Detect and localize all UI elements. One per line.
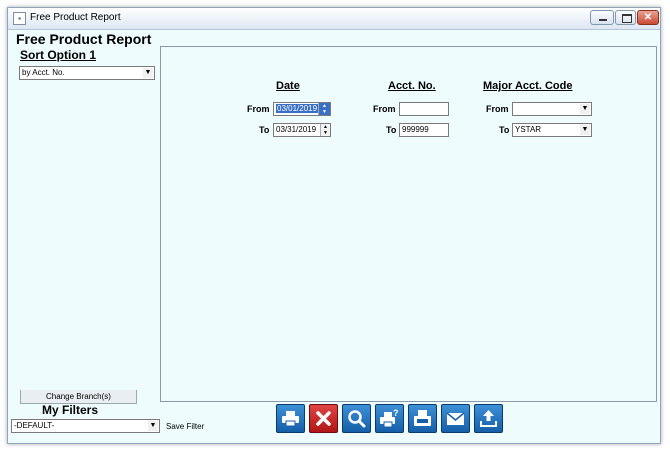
criteria-pane: Date From 03/01/2019 ▲ ▼ To 03/31/2019 ▲ ▼… (161, 46, 657, 402)
date-to-label: To (259, 125, 270, 135)
printer-icon (282, 411, 299, 427)
page-title: Free Product Report (16, 31, 152, 47)
sort-option-title: Sort Option 1 (20, 48, 96, 62)
sort-option-value: by Acct. No. (22, 68, 65, 77)
email-button[interactable] (441, 404, 470, 433)
footer-bar: My Filters -DEFAULT- ▼ Save Filter ? (8, 402, 660, 444)
export-button[interactable] (474, 404, 503, 433)
cancel-button[interactable] (309, 404, 338, 433)
fax-icon (414, 410, 431, 426)
major-from-label: From (486, 104, 509, 114)
acct-from-field[interactable] (399, 102, 449, 116)
svg-text:?: ? (393, 408, 399, 418)
envelope-icon (446, 412, 465, 425)
print-button[interactable] (276, 404, 305, 433)
date-from-label: From (247, 104, 270, 114)
printer-question-icon: ? (380, 408, 399, 428)
minimize-icon (599, 19, 607, 21)
maximize-button[interactable] (615, 10, 636, 25)
close-button[interactable]: ✕ (637, 10, 659, 25)
date-from-value: 03/01/2019 (276, 104, 319, 113)
date-to-field[interactable]: 03/31/2019 ▲ ▼ (273, 123, 331, 137)
date-from-spinner[interactable]: ▲ ▼ (318, 103, 330, 115)
my-filters-title: My Filters (42, 403, 99, 417)
date-heading: Date (276, 80, 300, 92)
window-title: Free Product Report (30, 12, 121, 23)
chevron-down-icon[interactable]: ▼ (148, 421, 158, 431)
date-to-value: 03/31/2019 (276, 125, 317, 134)
close-icon: ✕ (643, 12, 653, 23)
filter-select[interactable]: -DEFAULT- ▼ (11, 419, 160, 433)
preview-button[interactable] (342, 404, 371, 433)
acct-to-field[interactable]: 999999 (399, 123, 449, 137)
chevron-down-icon[interactable]: ▼ (580, 125, 590, 135)
filter-value: -DEFAULT- (14, 421, 55, 430)
spin-down-icon[interactable]: ▼ (320, 109, 329, 115)
sort-sidebar: Sort Option 1 by Acct. No. ▼ Change Bran… (11, 46, 161, 404)
x-icon (316, 411, 331, 426)
acct-heading: Acct. No. (388, 80, 436, 92)
acct-from-label: From (373, 104, 396, 114)
sort-option-select[interactable]: by Acct. No. ▼ (19, 66, 155, 80)
acct-to-label: To (386, 125, 397, 135)
minimize-button[interactable] (590, 10, 614, 25)
fax-button[interactable] (408, 404, 437, 433)
chevron-down-icon[interactable]: ▼ (580, 104, 590, 114)
date-to-spinner[interactable]: ▲ ▼ (320, 124, 330, 136)
print-help-button[interactable]: ? (375, 404, 404, 433)
date-from-field[interactable]: 03/01/2019 ▲ ▼ (273, 102, 331, 116)
maximize-icon (622, 14, 632, 23)
save-filter-link[interactable]: Save Filter (166, 422, 204, 431)
major-from-select[interactable]: ▼ (512, 102, 592, 116)
chevron-down-icon[interactable]: ▼ (143, 68, 153, 78)
major-to-value: YSTAR (515, 125, 542, 134)
upload-icon (480, 410, 497, 427)
spin-down-icon[interactable]: ▼ (321, 130, 330, 136)
report-window: ▪ Free Product Report ✕ Free Product Rep… (7, 7, 661, 444)
app-icon[interactable]: ▪ (13, 12, 26, 25)
major-to-label: To (499, 125, 510, 135)
magnifier-icon (348, 410, 366, 428)
major-acct-heading: Major Acct. Code (483, 80, 573, 92)
title-bar[interactable]: ▪ Free Product Report ✕ (8, 8, 660, 30)
major-to-select[interactable]: YSTAR ▼ (512, 123, 592, 137)
